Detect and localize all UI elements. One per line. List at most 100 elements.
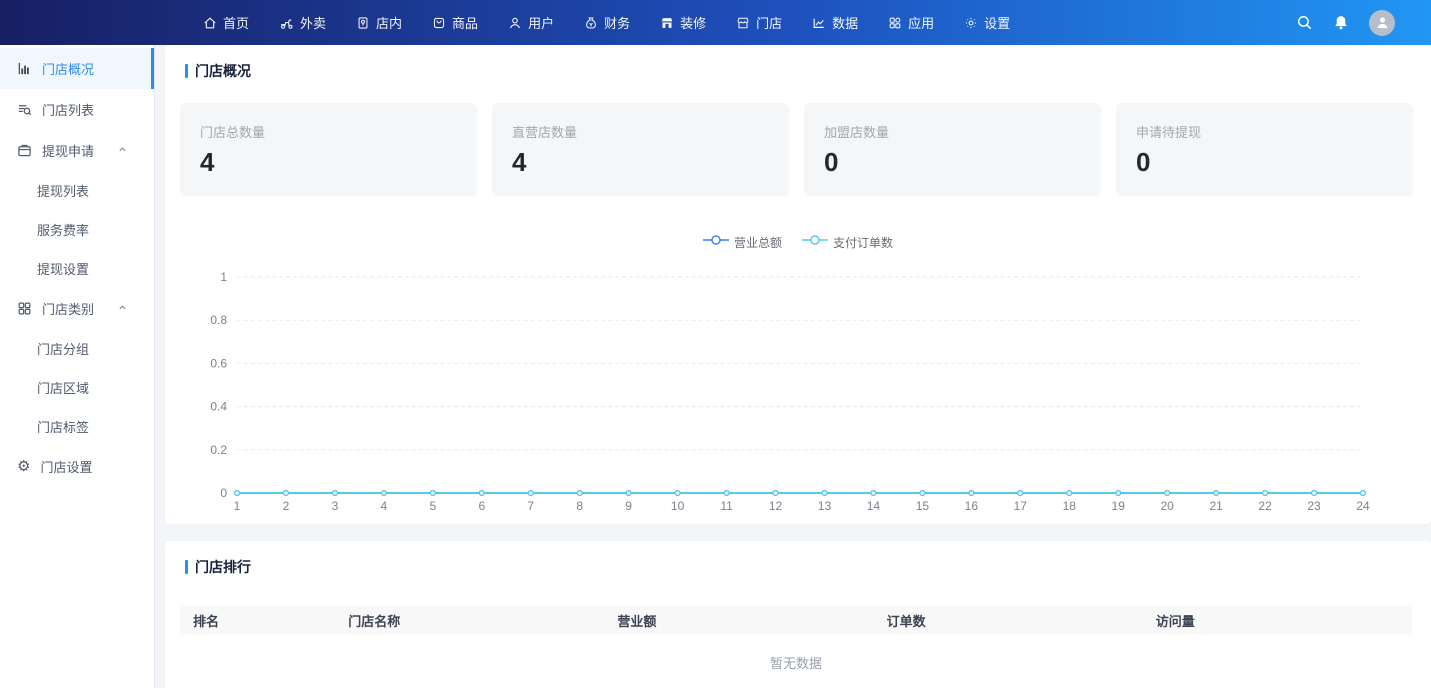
- sidebar-subitem-label: 服务费率: [37, 220, 89, 239]
- sidebar: 门店概况 门店列表 提现申请 提现列表 服务费率 提现设置 门店类别 门店分组: [0, 45, 155, 688]
- chart-legend: 营业总额 支付订单数: [165, 233, 1431, 251]
- legend-item-revenue[interactable]: 营业总额: [703, 233, 782, 251]
- bar-chart-icon: [17, 61, 32, 76]
- nav-item-user[interactable]: 用户: [508, 13, 554, 32]
- avatar[interactable]: [1369, 10, 1395, 36]
- nav-item-label: 装修: [680, 13, 706, 32]
- nav-item-apps[interactable]: 应用: [888, 13, 934, 32]
- sidebar-subitem-store-tag[interactable]: 门店标签: [0, 407, 154, 446]
- svg-text:4: 4: [381, 499, 388, 513]
- store-overview-panel: 门店概况 门店总数量 4 直营店数量 4 加盟店数量 0 申请待提现 0: [165, 45, 1431, 524]
- sidebar-subitem-withdraw-list[interactable]: 提现列表: [0, 171, 154, 210]
- stat-card-direct-stores: 直营店数量 4: [492, 103, 789, 196]
- title-accent-bar: [185, 64, 188, 78]
- column-header-store-name[interactable]: 门店名称: [335, 605, 604, 635]
- chevron-up-icon: [117, 144, 128, 155]
- table-empty-row: 暂无数据: [180, 635, 1412, 688]
- svg-text:1: 1: [234, 499, 241, 513]
- nav-item-label: 门店: [756, 13, 782, 32]
- sidebar-subitem-service-rate[interactable]: 服务费率: [0, 210, 154, 249]
- svg-text:18: 18: [1063, 499, 1077, 513]
- svg-text:15: 15: [916, 499, 930, 513]
- legend-label: 支付订单数: [833, 234, 893, 251]
- column-header-rank[interactable]: 排名: [180, 605, 335, 635]
- svg-text:19: 19: [1112, 499, 1126, 513]
- column-header-visits[interactable]: 访问量: [1143, 605, 1412, 635]
- sidebar-subitem-store-group[interactable]: 门店分组: [0, 329, 154, 368]
- line-circle-marker-icon: [703, 233, 729, 251]
- delivery-scooter-icon: [279, 16, 294, 30]
- svg-text:23: 23: [1307, 499, 1321, 513]
- data-chart-icon: [812, 16, 826, 30]
- nav-item-label: 应用: [908, 13, 934, 32]
- section-title-overview: 门店概况: [165, 45, 1431, 81]
- table-header-row: 排名 门店名称 营业额 订单数 访问量: [180, 605, 1412, 635]
- sidebar-item-label: 门店设置: [40, 457, 92, 476]
- svg-text:17: 17: [1014, 499, 1028, 513]
- sidebar-subitem-label: 门店分组: [37, 339, 89, 358]
- title-accent-bar: [185, 560, 188, 574]
- sidebar-item-store-overview[interactable]: 门店概况: [0, 48, 154, 89]
- svg-text:0.8: 0.8: [210, 313, 227, 327]
- nav-item-finance[interactable]: 财务: [584, 13, 630, 32]
- line-chart: 00.20.40.60.8112345678910111213141516171…: [165, 257, 1431, 524]
- sidebar-item-store-settings[interactable]: ⚙ 门店设置: [0, 446, 154, 487]
- nav-item-label: 用户: [528, 13, 554, 32]
- stat-label: 门店总数量: [200, 122, 457, 141]
- svg-text:22: 22: [1258, 499, 1272, 513]
- sidebar-subitem-withdraw-settings[interactable]: 提现设置: [0, 249, 154, 288]
- stat-value: 0: [1136, 149, 1393, 175]
- column-header-orders[interactable]: 订单数: [874, 605, 1143, 635]
- nav-item-home[interactable]: 首页: [203, 13, 249, 32]
- sidebar-subitem-label: 门店标签: [37, 417, 89, 436]
- settings-gear-icon: [964, 16, 978, 30]
- nav-item-store[interactable]: 门店: [736, 13, 782, 32]
- sidebar-subitem-store-region[interactable]: 门店区域: [0, 368, 154, 407]
- column-header-revenue[interactable]: 营业额: [604, 605, 873, 635]
- stat-label: 加盟店数量: [824, 122, 1081, 141]
- user-icon: [508, 16, 522, 30]
- section-title-text: 门店排行: [195, 557, 251, 577]
- nav-item-label: 数据: [832, 13, 858, 32]
- sidebar-item-store-category[interactable]: 门店类别: [0, 288, 154, 329]
- bell-icon[interactable]: [1333, 14, 1349, 31]
- nav-item-goods[interactable]: 商品: [432, 13, 478, 32]
- finance-moneybag-icon: [584, 16, 598, 30]
- nav-item-settings[interactable]: 设置: [964, 13, 1010, 32]
- instore-icon: [356, 16, 370, 30]
- stat-card-franchise-stores: 加盟店数量 0: [804, 103, 1101, 196]
- svg-text:20: 20: [1160, 499, 1174, 513]
- nav-item-instore[interactable]: 店内: [356, 13, 402, 32]
- stat-label: 直营店数量: [512, 122, 769, 141]
- sidebar-item-withdraw-apply[interactable]: 提现申请: [0, 130, 154, 171]
- svg-text:7: 7: [527, 499, 534, 513]
- stat-label: 申请待提现: [1136, 122, 1393, 141]
- nav-item-decorate[interactable]: 装修: [660, 13, 706, 32]
- nav-item-label: 财务: [604, 13, 630, 32]
- sidebar-item-store-list[interactable]: 门店列表: [0, 89, 154, 130]
- list-search-icon: [17, 102, 32, 117]
- svg-text:0.2: 0.2: [210, 443, 227, 457]
- store-icon: [736, 16, 750, 30]
- nav-item-label: 设置: [984, 13, 1010, 32]
- svg-text:24: 24: [1356, 499, 1370, 513]
- legend-item-paid-orders[interactable]: 支付订单数: [802, 233, 893, 251]
- stat-value: 0: [824, 149, 1081, 175]
- chevron-up-icon: [117, 302, 128, 313]
- sidebar-subitem-label: 提现设置: [37, 259, 89, 278]
- nav-item-data[interactable]: 数据: [812, 13, 858, 32]
- svg-text:3: 3: [332, 499, 339, 513]
- nav-item-delivery[interactable]: 外卖: [279, 13, 326, 32]
- apps-grid-icon: [888, 16, 902, 30]
- svg-text:0: 0: [220, 486, 227, 500]
- sidebar-item-label: 提现申请: [42, 141, 94, 160]
- svg-text:8: 8: [576, 499, 583, 513]
- search-icon[interactable]: [1296, 14, 1313, 31]
- section-title-text: 门店概况: [195, 61, 251, 81]
- stat-card-total-stores: 门店总数量 4: [180, 103, 477, 196]
- stat-value: 4: [512, 149, 769, 175]
- svg-text:14: 14: [867, 499, 881, 513]
- nav-item-label: 首页: [223, 13, 249, 32]
- svg-text:10: 10: [671, 499, 685, 513]
- svg-text:11: 11: [720, 499, 733, 513]
